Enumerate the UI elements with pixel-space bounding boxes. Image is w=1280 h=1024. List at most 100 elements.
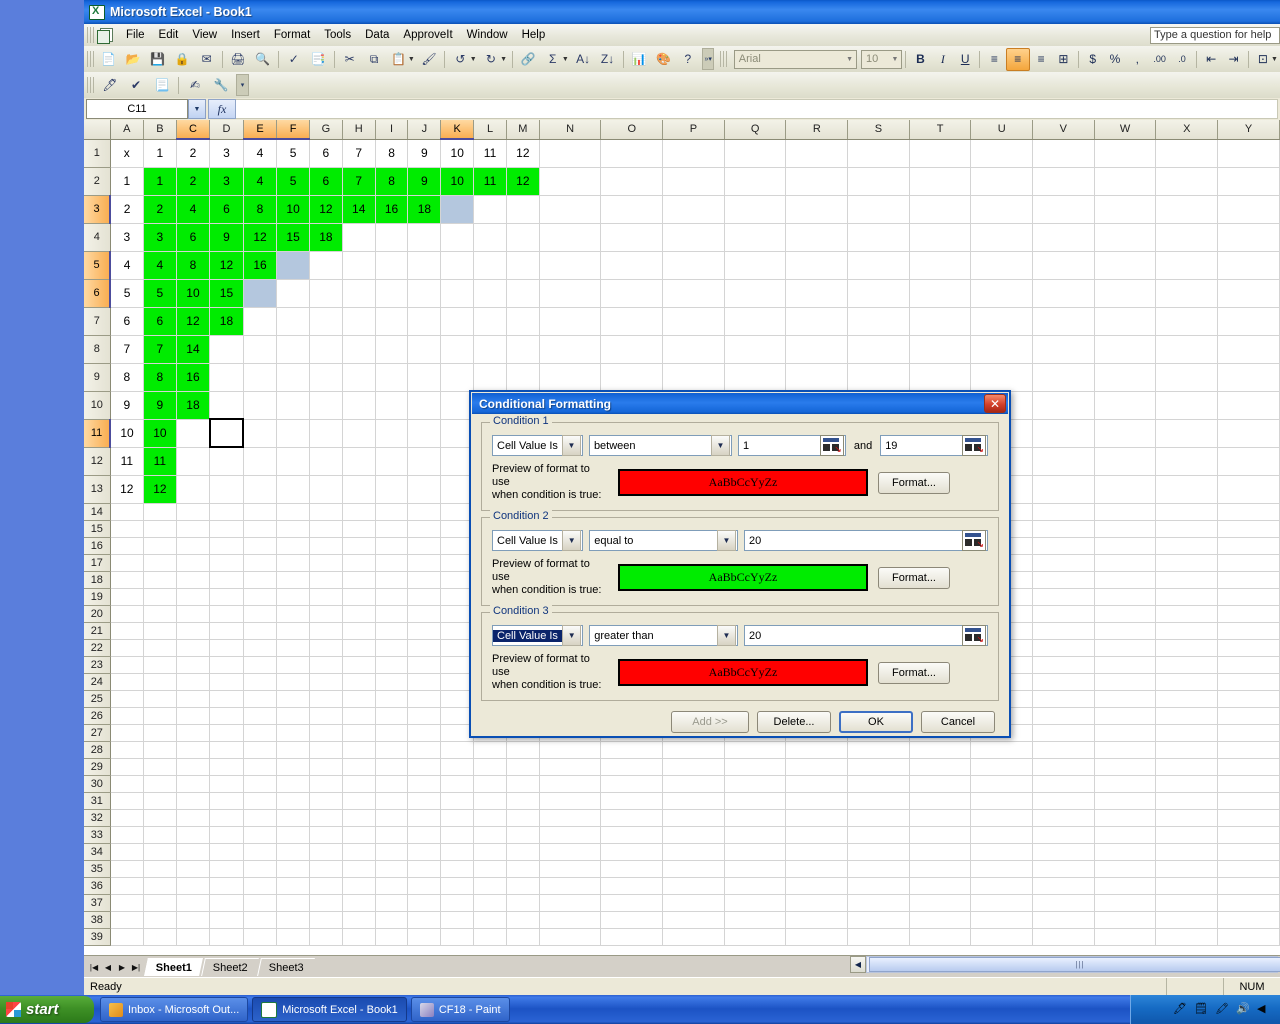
email-icon[interactable]: ✉ (195, 48, 217, 71)
cell-x8[interactable] (1155, 335, 1219, 364)
insert-function-icon[interactable]: fx (208, 99, 236, 119)
cell-g26[interactable] (309, 707, 343, 725)
cell-f32[interactable] (276, 809, 310, 827)
cell-i23[interactable] (375, 656, 409, 674)
cell-a12[interactable]: 11 (110, 447, 144, 476)
cell-p31[interactable] (662, 792, 725, 810)
formula-input[interactable] (236, 99, 1278, 119)
cell-m34[interactable] (506, 843, 540, 861)
cell-g18[interactable] (309, 571, 343, 589)
cell-r38[interactable] (785, 911, 849, 929)
cell-q3[interactable] (724, 195, 787, 224)
settings-icon[interactable]: 🔧 (209, 74, 233, 97)
cell-h22[interactable] (342, 639, 376, 657)
cell-y32[interactable] (1217, 809, 1280, 827)
toolbar-overflow-button[interactable]: »▾ (702, 48, 715, 70)
cell-m29[interactable] (506, 758, 540, 776)
cell-f31[interactable] (276, 792, 310, 810)
cell-u2[interactable] (970, 167, 1034, 196)
cell-r34[interactable] (785, 843, 849, 861)
cell-x25[interactable] (1155, 690, 1219, 708)
cell-w38[interactable] (1094, 911, 1157, 929)
row-header-5[interactable]: 5 (84, 251, 112, 280)
cell-c34[interactable] (176, 843, 211, 861)
cell-l31[interactable] (473, 792, 507, 810)
cell-v38[interactable] (1032, 911, 1095, 929)
cell-m2[interactable]: 12 (506, 167, 540, 196)
cell-c35[interactable] (176, 860, 211, 878)
column-header-a[interactable]: A (110, 120, 144, 140)
cell-n35[interactable] (539, 860, 602, 878)
cell-c7[interactable]: 12 (176, 307, 211, 336)
cell-e26[interactable] (243, 707, 278, 725)
cell-x7[interactable] (1155, 307, 1219, 336)
scroll-left-icon[interactable]: ◀ (850, 956, 866, 973)
cancel-button[interactable]: Cancel (921, 711, 995, 733)
bold-button[interactable]: B (909, 49, 931, 70)
row-header-37[interactable]: 37 (84, 894, 111, 912)
cell-y21[interactable] (1217, 622, 1280, 640)
cell-r36[interactable] (785, 877, 849, 895)
cell-f10[interactable] (276, 391, 310, 420)
cell-d34[interactable] (209, 843, 244, 861)
cell-y16[interactable] (1217, 537, 1280, 555)
cell-n38[interactable] (539, 911, 602, 929)
cell-g31[interactable] (309, 792, 343, 810)
cell-d3[interactable]: 6 (209, 195, 244, 224)
column-header-s[interactable]: S (847, 120, 910, 140)
cell-l1[interactable]: 11 (473, 139, 507, 168)
cell-b25[interactable] (143, 690, 177, 708)
cell-h3[interactable]: 14 (342, 195, 376, 224)
font-name-box[interactable]: Arial ▼ (733, 49, 858, 69)
cell-x18[interactable] (1155, 571, 1219, 589)
decrease-indent-icon[interactable]: ⇤ (1200, 49, 1222, 70)
cell-y15[interactable] (1217, 520, 1280, 538)
cell-a38[interactable] (110, 911, 144, 929)
cell-h34[interactable] (342, 843, 376, 861)
cell-f33[interactable] (276, 826, 310, 844)
cell-q30[interactable] (724, 775, 787, 793)
cell-y8[interactable] (1217, 335, 1280, 364)
cell-y11[interactable] (1217, 419, 1280, 448)
cell-d30[interactable] (209, 775, 244, 793)
cell-e21[interactable] (243, 622, 278, 640)
cell-r1[interactable] (785, 139, 849, 168)
menu-insert[interactable]: Insert (224, 26, 267, 44)
cell-j15[interactable] (407, 520, 442, 538)
cell-s29[interactable] (847, 758, 910, 776)
cell-g16[interactable] (309, 537, 343, 555)
cell-i11[interactable] (375, 419, 409, 448)
cell-w34[interactable] (1094, 843, 1157, 861)
cell-i30[interactable] (375, 775, 409, 793)
cell-f28[interactable] (276, 741, 310, 759)
cell-d12[interactable] (209, 447, 244, 476)
cell-i5[interactable] (375, 251, 409, 280)
cell-y25[interactable] (1217, 690, 1280, 708)
cell-x10[interactable] (1155, 391, 1219, 420)
cell-h17[interactable] (342, 554, 376, 572)
cell-j37[interactable] (407, 894, 442, 912)
cut-icon[interactable]: ✂ (338, 48, 360, 71)
cell-i15[interactable] (375, 520, 409, 538)
cell-b29[interactable] (143, 758, 177, 776)
row-header-16[interactable]: 16 (84, 537, 111, 555)
cell-h36[interactable] (342, 877, 376, 895)
cell-x26[interactable] (1155, 707, 1219, 725)
cell-i18[interactable] (375, 571, 409, 589)
condition-2-value1-input[interactable]: 20 ↘ (744, 530, 988, 551)
cell-v10[interactable] (1032, 391, 1095, 420)
cell-y7[interactable] (1217, 307, 1280, 336)
cell-d7[interactable]: 18 (209, 307, 244, 336)
cell-e6[interactable] (243, 279, 278, 308)
cell-w31[interactable] (1094, 792, 1157, 810)
align-left-icon[interactable]: ≡ (983, 49, 1005, 70)
pen-icon[interactable]: 🖊 (1173, 1002, 1188, 1017)
cell-w25[interactable] (1094, 690, 1157, 708)
cell-c29[interactable] (176, 758, 211, 776)
cell-h7[interactable] (342, 307, 376, 336)
cell-b3[interactable]: 2 (143, 195, 177, 224)
cell-y33[interactable] (1217, 826, 1280, 844)
row-header-25[interactable]: 25 (84, 690, 111, 708)
cell-n5[interactable] (539, 251, 602, 280)
cell-p32[interactable] (662, 809, 725, 827)
